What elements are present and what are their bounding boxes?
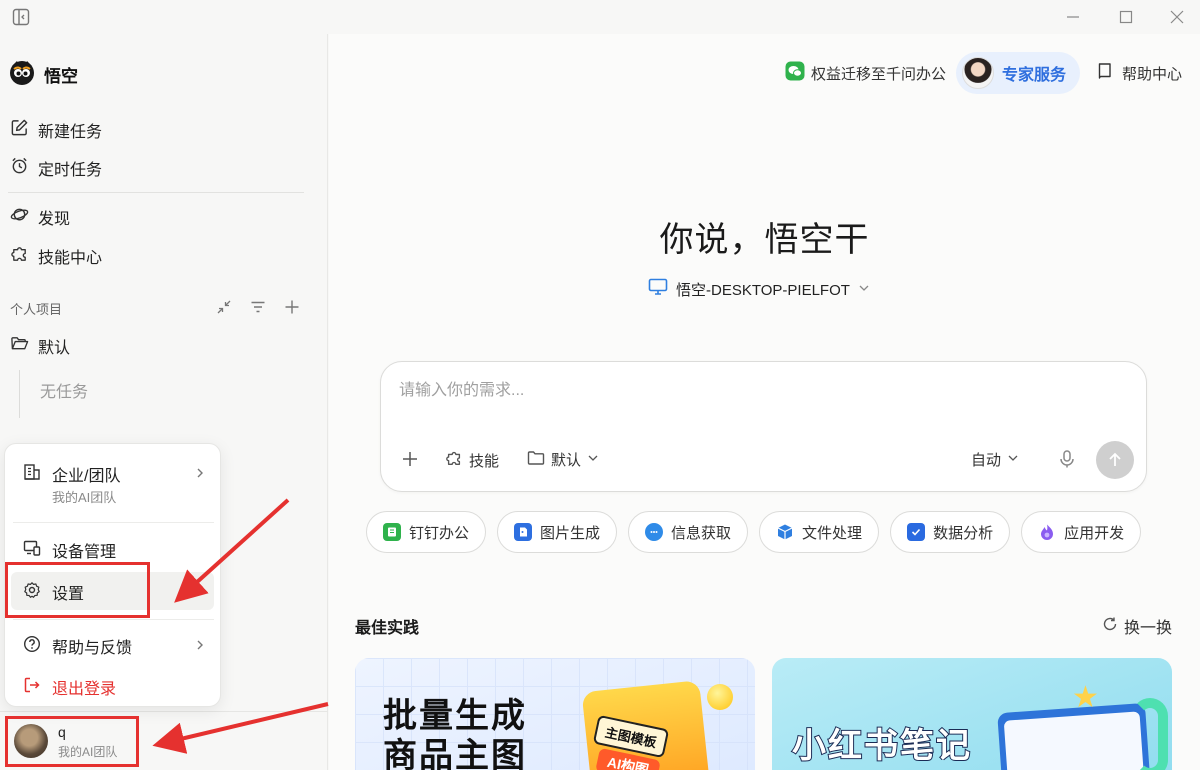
- expert-service-button[interactable]: 专家服务: [955, 52, 1080, 94]
- star-icon: ★: [1072, 681, 1099, 714]
- hero-title: 你说，悟空干: [659, 220, 870, 260]
- mode-select[interactable]: 自动: [971, 449, 1019, 470]
- card-title: 批量生成 商品主图: [383, 696, 527, 770]
- book-icon: [1096, 62, 1114, 84]
- expert-avatar: [961, 57, 994, 89]
- chip-data-label: 数据分析: [933, 524, 994, 542]
- help-center-label: 帮助中心: [1121, 65, 1182, 83]
- refresh-label: 换一换: [1123, 620, 1172, 637]
- skill-label: 技能: [469, 452, 500, 470]
- chat-bubble-icon: [645, 523, 664, 541]
- wechat-work-icon: [785, 61, 805, 85]
- microphone-icon[interactable]: [1057, 449, 1077, 469]
- folder-select[interactable]: 默认: [527, 449, 599, 470]
- chevron-down-icon: [1007, 451, 1019, 468]
- sun-illustration: [707, 684, 733, 710]
- chip-file[interactable]: 文件处理: [759, 511, 880, 553]
- refresh-icon: [1102, 616, 1118, 637]
- chip-file-label: 文件处理: [802, 524, 863, 542]
- puzzle-icon: [445, 449, 463, 471]
- quick-chips: 钉钉办公 图片生成 信息获取 文件处理 数据分析 应用开发: [366, 511, 1142, 553]
- monitor-icon: [648, 278, 668, 300]
- image-doc-icon: [514, 523, 533, 541]
- refresh-button[interactable]: 换一换: [1102, 614, 1172, 638]
- migrate-link[interactable]: 权益迁移至千问办公: [785, 61, 946, 85]
- help-center-link[interactable]: 帮助中心: [1096, 62, 1182, 84]
- dingtalk-icon: [383, 523, 401, 541]
- header-links: 权益迁移至千问办公 专家服务 帮助中心: [785, 52, 1182, 94]
- skill-button[interactable]: 技能: [445, 449, 499, 471]
- chevron-down-icon: [858, 281, 870, 298]
- device-select[interactable]: 悟空-DESKTOP-PIELFOT: [648, 278, 870, 300]
- flame-icon: [1038, 523, 1056, 541]
- expert-label: 专家服务: [1001, 67, 1066, 84]
- card-title-line2: 商品主图: [383, 737, 527, 770]
- main-content: 权益迁移至千问办公 专家服务 帮助中心 你说，悟空干 悟空-DESKTOP-PI…: [329, 34, 1200, 770]
- cube-icon: [776, 523, 794, 541]
- chip-app-dev[interactable]: 应用开发: [1021, 511, 1142, 553]
- prompt-input[interactable]: [399, 378, 1119, 404]
- chevron-down-icon: [587, 451, 599, 468]
- chip-dingtalk-label: 钉钉办公: [409, 524, 470, 542]
- send-button[interactable]: [1096, 441, 1134, 479]
- annotation-arrow-settings: [174, 498, 290, 603]
- practice-card-product-image[interactable]: 主图模板 AI构图 批量生成 商品主图: [355, 658, 755, 770]
- add-attachment-button[interactable]: [399, 448, 421, 470]
- chip-image-gen[interactable]: 图片生成: [497, 511, 618, 553]
- folder-icon: [527, 450, 545, 470]
- ribbon-illustration: [1132, 698, 1168, 770]
- prompt-box: 技能 默认 自动: [380, 361, 1147, 492]
- practice-card-xiaohongshu[interactable]: ★ 小红书笔记: [772, 658, 1172, 770]
- chip-app-dev-label: 应用开发: [1064, 524, 1125, 542]
- mode-label: 自动: [971, 452, 1002, 469]
- checkbox-icon: [907, 523, 926, 541]
- chip-image-gen-label: 图片生成: [540, 524, 601, 542]
- annotation-arrow-user: [152, 702, 329, 754]
- device-name: 悟空-DESKTOP-PIELFOT: [676, 281, 850, 299]
- card-title: 小红书笔记: [791, 726, 972, 766]
- card-title-line1: 批量生成: [383, 697, 527, 735]
- best-practice-title: 最佳实践: [355, 620, 420, 637]
- chip-data[interactable]: 数据分析: [890, 511, 1011, 553]
- chip-dingtalk[interactable]: 钉钉办公: [366, 511, 487, 553]
- migrate-label: 权益迁移至千问办公: [810, 65, 946, 83]
- folder-label: 默认: [551, 452, 582, 469]
- chip-info-label: 信息获取: [671, 524, 732, 542]
- arrow-up-icon: [1109, 452, 1121, 466]
- chip-info[interactable]: 信息获取: [628, 511, 749, 553]
